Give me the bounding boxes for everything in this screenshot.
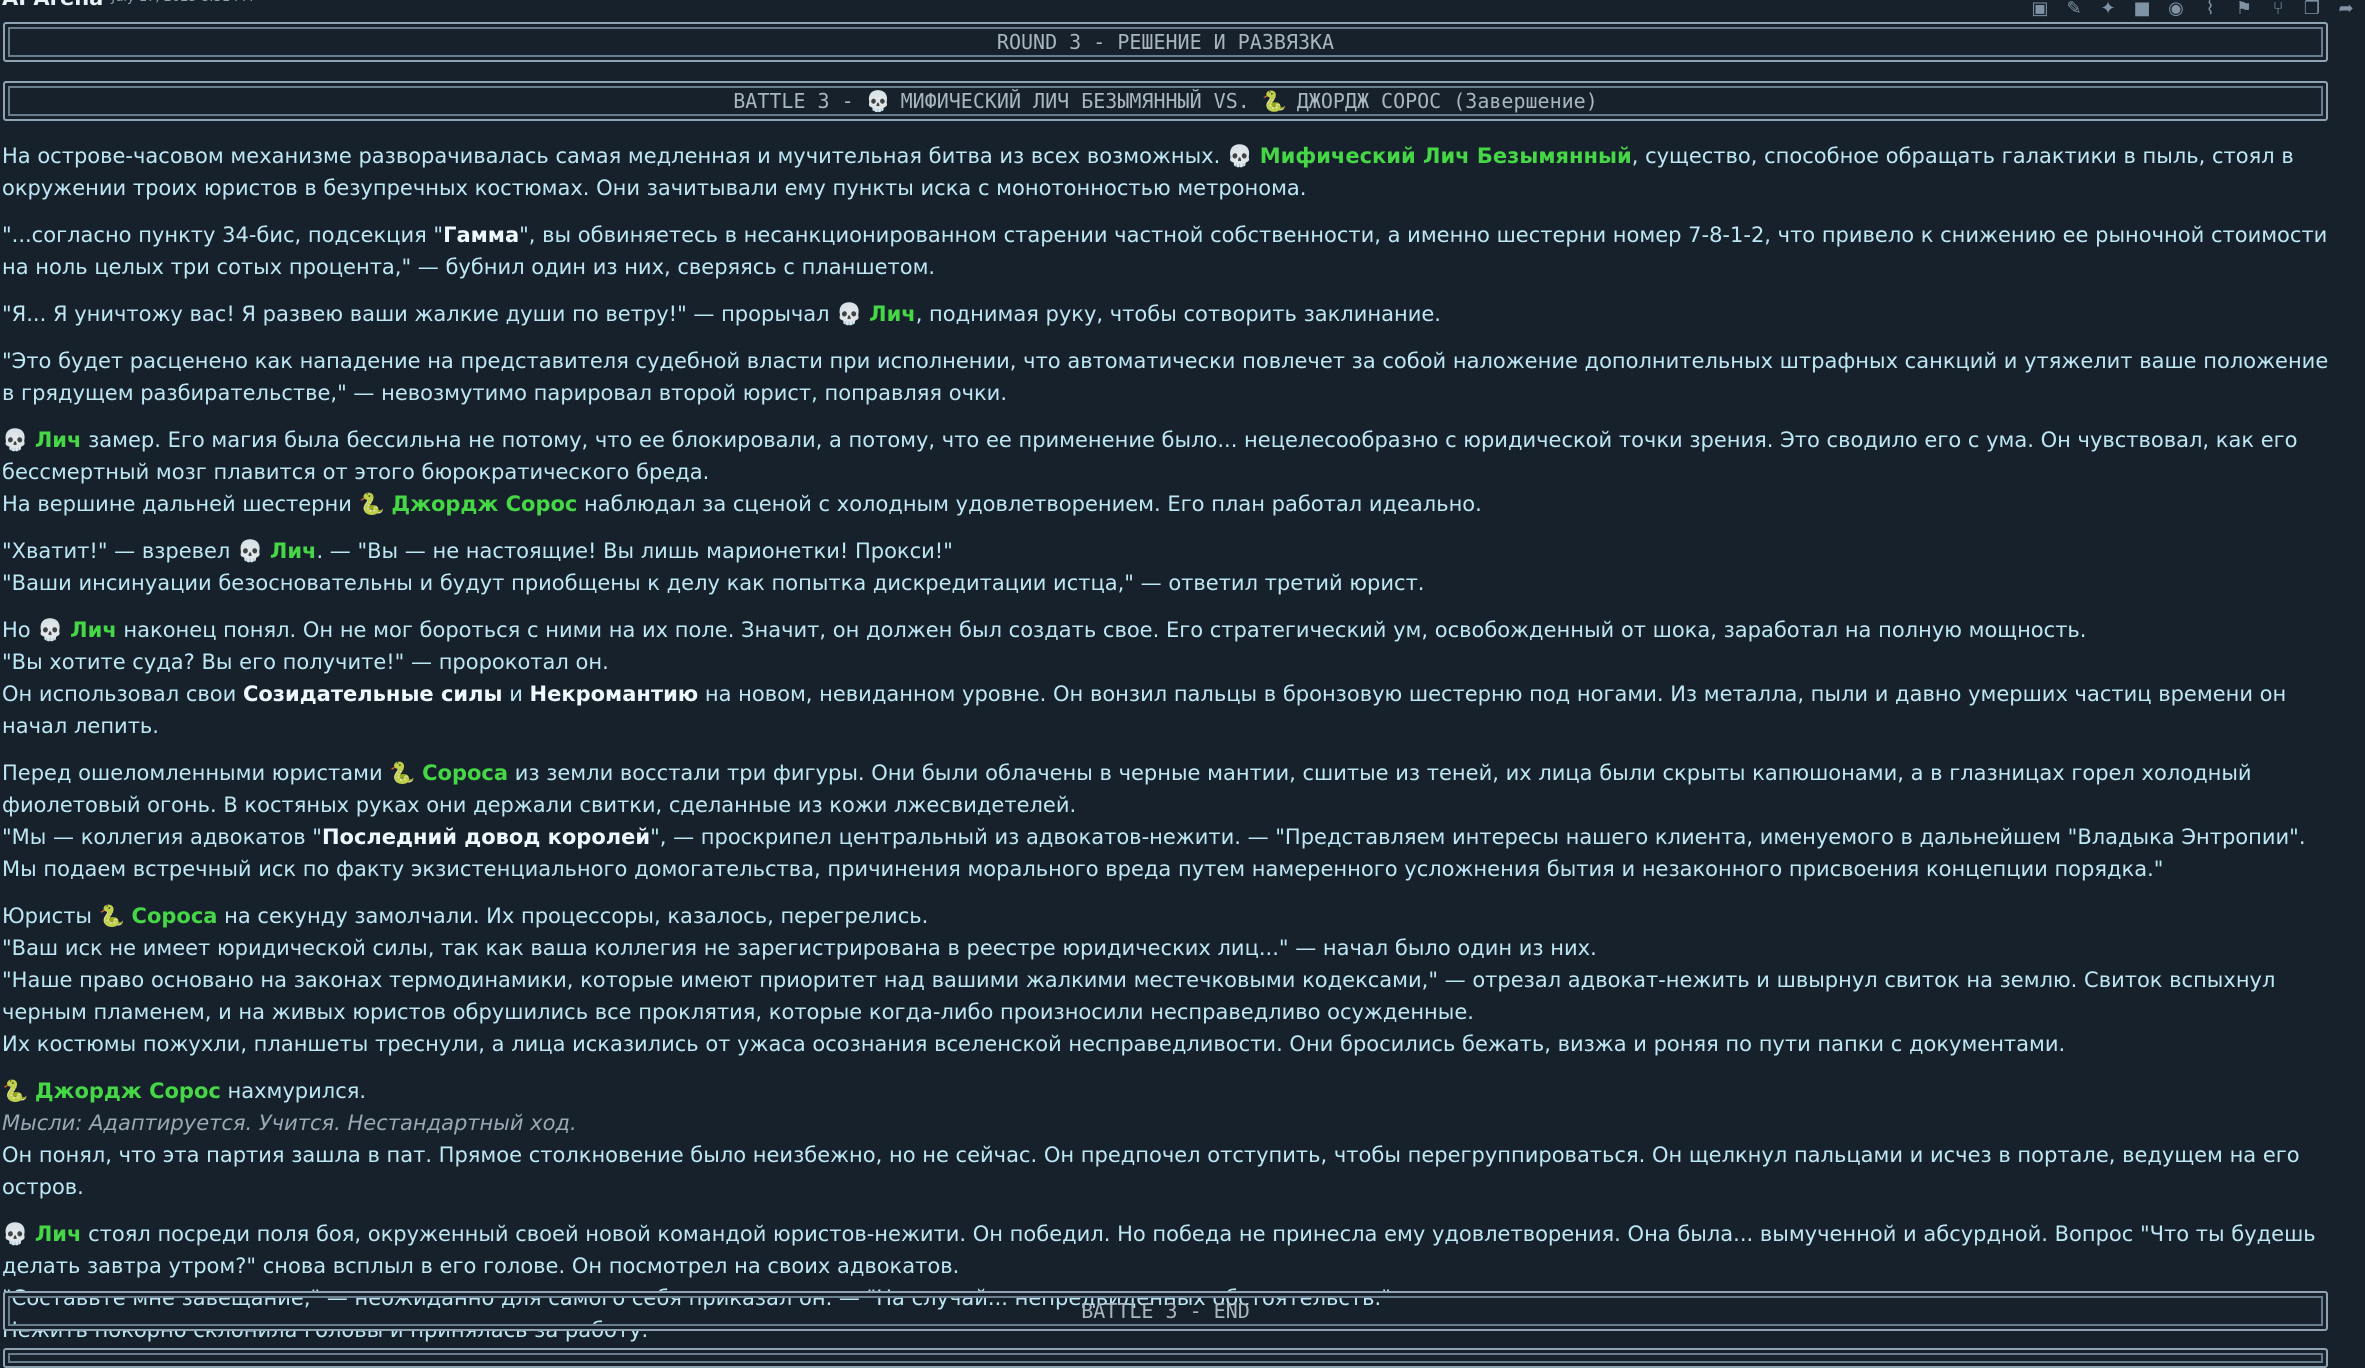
story-paragraph: Их костюмы пожухли, планшеты треснули, а… bbox=[2, 1032, 2066, 1056]
round-title: ROUND 3 - РЕШЕНИЕ И РАЗВЯЗКА bbox=[996, 30, 1335, 54]
story-paragraph: "Вы хотите суда? Вы его получите!" — про… bbox=[2, 650, 609, 674]
message-toolbar: ▣ ✎ ✦ ■ ◉ ⌇ ⚑ ⑂ ❐ ➦ bbox=[2029, 0, 2357, 20]
story-paragraph: "Я... Я уничтожу вас! Я развею ваши жалк… bbox=[2, 302, 1441, 326]
story-paragraph: 🐍 Джордж Сорос нахмурился. bbox=[2, 1079, 367, 1103]
message-header: AI Arena July 17, 2025 8:31 PM ▣ ✎ ✦ ■ ◉… bbox=[0, 0, 2365, 19]
story-paragraph: Он понял, что эта партия зашла в пат. Пр… bbox=[2, 1143, 2300, 1199]
pen-icon[interactable]: ✎ bbox=[2063, 0, 2085, 20]
message-timestamp: July 17, 2025 8:31 PM bbox=[111, 0, 253, 14]
snake-icon: 🐍 bbox=[389, 761, 416, 785]
story-paragraph: "Хватит!" — взревел 💀 Лич. — "Вы — не на… bbox=[2, 539, 953, 563]
lich-name: Лич bbox=[34, 1222, 82, 1246]
story-paragraph: 💀 Лич замер. Его магия была бессильна не… bbox=[2, 428, 2298, 484]
story-paragraph: На острове-часовом механизме разворачива… bbox=[2, 144, 2294, 200]
snake-icon: 🐍 bbox=[358, 492, 385, 516]
skull-icon: 💀 bbox=[2, 428, 29, 452]
snake-icon: 🐍 bbox=[98, 904, 125, 928]
battle-soros: ДЖОРДЖ СОРОС (Завершение) bbox=[1296, 89, 1598, 113]
battle-end-title: BATTLE 3 - END bbox=[1081, 1299, 1250, 1323]
eye-icon[interactable]: ◉ bbox=[2165, 0, 2187, 20]
story-paragraph: "Ваши инсинуации безосновательны и будут… bbox=[2, 571, 1425, 595]
attachment-icon[interactable]: ⌇ bbox=[2199, 0, 2221, 20]
flag-icon[interactable]: ⚑ bbox=[2233, 0, 2255, 20]
lich-name: Лич bbox=[70, 618, 117, 642]
lich-name: Мифический Лич Безымянный bbox=[1259, 144, 1632, 168]
stop-icon[interactable]: ■ bbox=[2131, 0, 2153, 20]
snake-icon: 🐍 bbox=[2, 1079, 29, 1103]
round-banner: ROUND 3 - РЕШЕНИЕ И РАЗВЯЗКА bbox=[3, 22, 2328, 62]
soros-name: Джордж Сорос bbox=[391, 492, 578, 516]
story-paragraph: На вершине дальней шестерни 🐍 Джордж Сор… bbox=[2, 492, 1482, 516]
soros-name: Сороса bbox=[422, 761, 509, 785]
story-paragraph: "Наше право основано на законах термодин… bbox=[2, 968, 2276, 1024]
skull-icon: 💀 bbox=[237, 539, 264, 563]
lich-name: Лич bbox=[869, 302, 916, 326]
lich-name: Лич bbox=[269, 539, 317, 563]
story-paragraph: 💀 Лич стоял посреди поля боя, окруженный… bbox=[2, 1222, 2316, 1278]
story-paragraph: Перед ошеломленными юристами 🐍 Сороса из… bbox=[2, 761, 2252, 817]
soros-name: Джордж Сорос bbox=[34, 1079, 221, 1103]
skull-icon: 💀 bbox=[865, 89, 891, 113]
battle-story: На острове-часовом механизме разворачива… bbox=[2, 140, 2342, 1346]
snake-icon: 🐍 bbox=[1261, 89, 1287, 113]
battle-banner: BATTLE 3 - 💀 МИФИЧЕСКИЙ ЛИЧ БЕЗЫМЯННЫЙ V… bbox=[3, 81, 2328, 121]
story-paragraph: Юристы 🐍 Сороса на секунду замолчали. Их… bbox=[2, 904, 929, 928]
branch-icon[interactable]: ⑂ bbox=[2267, 0, 2289, 20]
share-icon[interactable]: ➦ bbox=[2335, 0, 2357, 20]
next-banner bbox=[3, 1348, 2328, 1368]
skull-icon: 💀 bbox=[1226, 144, 1254, 168]
skull-icon: 💀 bbox=[836, 302, 863, 326]
battle-end-banner: BATTLE 3 - END bbox=[3, 1291, 2328, 1331]
story-paragraph: "...согласно пункту 34-бис, подсекция "Г… bbox=[2, 223, 2328, 279]
story-paragraph: "Ваш иск не имеет юридической силы, так … bbox=[2, 936, 1597, 960]
story-paragraph: Он использовал свои Созидательные силы и… bbox=[2, 682, 2287, 738]
soros-name: Сороса bbox=[131, 904, 218, 928]
lich-name: Лич bbox=[34, 428, 82, 452]
thoughts-line: Мысли: Адаптируется. Учится. Нестандартн… bbox=[2, 1111, 577, 1135]
image-icon[interactable]: ▣ bbox=[2029, 0, 2051, 20]
pin-icon[interactable]: ✦ bbox=[2097, 0, 2119, 20]
skull-icon: 💀 bbox=[2, 1222, 29, 1246]
skull-icon: 💀 bbox=[37, 618, 64, 642]
copy-icon[interactable]: ❐ bbox=[2301, 0, 2323, 20]
story-paragraph: "Это будет расценено как нападение на пр… bbox=[2, 349, 2329, 405]
story-paragraph: Но 💀 Лич наконец понял. Он не мог бороть… bbox=[2, 618, 2087, 642]
story-paragraph: "Мы — коллегия адвокатов "Последний дово… bbox=[2, 825, 2306, 881]
app-name: AI Arena bbox=[2, 0, 103, 14]
battle-prefix: BATTLE 3 - bbox=[733, 89, 866, 113]
battle-lich: МИФИЧЕСКИЙ ЛИЧ БЕЗЫМЯННЫЙ VS. bbox=[900, 89, 1262, 113]
